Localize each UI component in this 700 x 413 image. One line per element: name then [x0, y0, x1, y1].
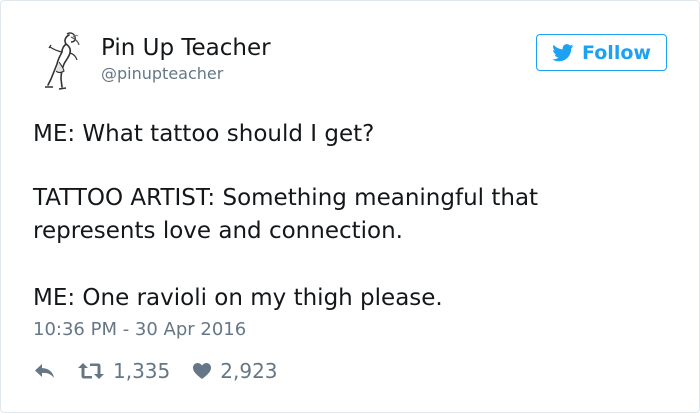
tweet-card: Pin Up Teacher @pinupteacher Follow ME: … [0, 0, 700, 413]
retweet-icon [78, 363, 104, 379]
reply-button[interactable] [33, 361, 57, 381]
avatar[interactable] [31, 29, 93, 91]
tweet-timestamp[interactable]: 10:36 PM - 30 Apr 2016 [33, 317, 246, 343]
follow-button[interactable]: Follow [536, 34, 667, 71]
reply-icon [35, 364, 54, 378]
like-count: 2,923 [220, 359, 278, 383]
follow-label: Follow [582, 41, 651, 64]
display-name[interactable]: Pin Up Teacher [101, 31, 271, 65]
retweet-button[interactable]: 1,335 [77, 359, 170, 383]
heart-icon [193, 363, 212, 379]
tweet-text-line: TATTOO ARTIST: Something meaningful that [33, 185, 539, 211]
tweet-actions: 1,335 2,923 [33, 356, 278, 386]
tweet-text-line: ME: One ravioli on my thigh please. [33, 285, 443, 311]
retweet-count: 1,335 [113, 359, 171, 383]
bird-icon [552, 43, 574, 61]
tweet-text-line: ME: What tattoo should I get? [33, 121, 375, 147]
tweet-text-line: represents love and connection. [33, 218, 403, 244]
like-button[interactable]: 2,923 [192, 359, 278, 383]
pinup-figure-icon [45, 32, 80, 90]
user-handle[interactable]: @pinupteacher [101, 62, 223, 86]
